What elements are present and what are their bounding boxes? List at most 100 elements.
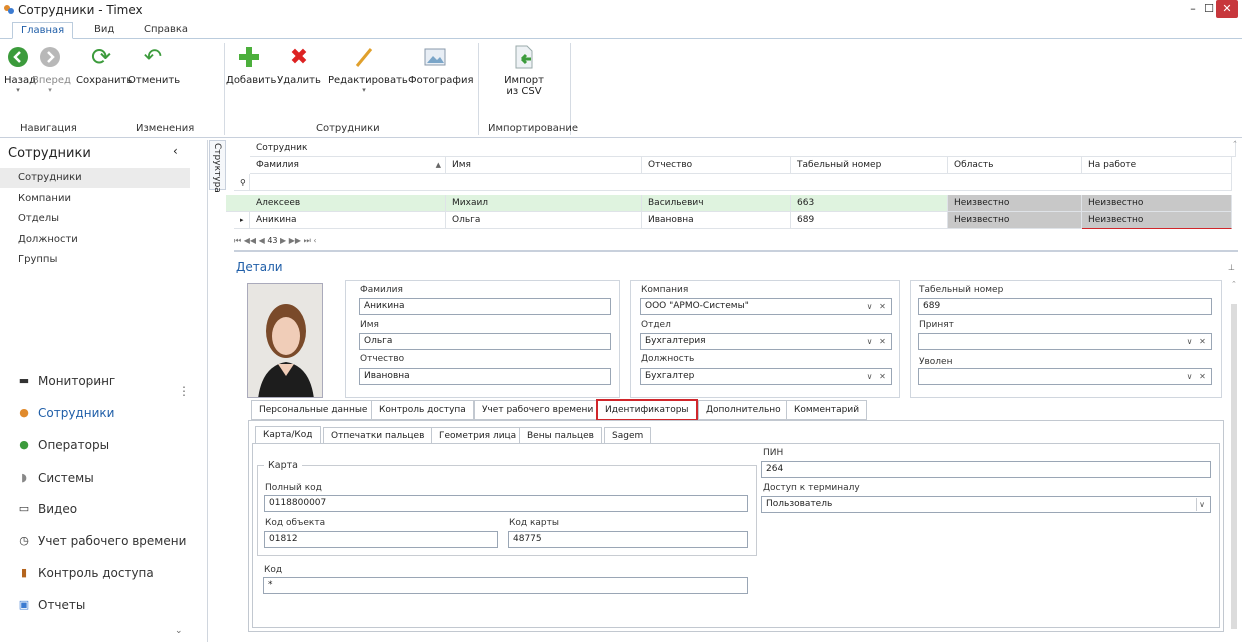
- card-code-input[interactable]: 48775: [508, 531, 748, 548]
- module-systems[interactable]: ◗ Системы: [16, 471, 94, 485]
- tab-identifiers[interactable]: Идентификаторы: [596, 399, 698, 421]
- col-header-area[interactable]: Область: [948, 157, 1082, 174]
- scroll-up-icon[interactable]: ⌃: [1231, 280, 1239, 288]
- collapse-chevron-icon[interactable]: ‹: [173, 144, 178, 158]
- clear-icon[interactable]: ✕: [877, 300, 888, 313]
- module-access-control[interactable]: ▮ Контроль доступа: [16, 566, 154, 580]
- pager-last-icon[interactable]: ⏭: [304, 236, 311, 245]
- table-row-2-cell[interactable]: Аникина: [250, 212, 446, 229]
- dropdown-icon[interactable]: ∨: [864, 300, 875, 313]
- clear-icon[interactable]: ✕: [877, 335, 888, 348]
- subtab-sagem[interactable]: Sagem: [604, 427, 652, 444]
- firstname-input[interactable]: Ольга: [359, 333, 611, 350]
- nav-item-employees[interactable]: Сотрудники: [0, 168, 190, 188]
- col-header-middlename[interactable]: Отчество: [642, 157, 791, 174]
- scroll-thumb[interactable]: [1231, 304, 1237, 629]
- dropdown-icon[interactable]: ∨: [1184, 370, 1195, 383]
- grid-pager[interactable]: ⏮ ◀◀ ◀ 43 ▶ ▶▶ ⏭ ‹: [234, 233, 1234, 248]
- add-button[interactable]: Добавить: [226, 45, 276, 86]
- tab-comment[interactable]: Комментарий: [786, 400, 868, 420]
- subtab-face-geometry[interactable]: Геометрия лица: [431, 427, 525, 444]
- details-vscrollbar[interactable]: ⌃: [1231, 280, 1239, 636]
- back-button[interactable]: Назад ▾: [4, 45, 36, 94]
- table-row-1-cell[interactable]: Васильевич: [642, 195, 791, 212]
- table-row-1-cell[interactable]: Неизвестно: [948, 195, 1082, 212]
- nav-item-companies[interactable]: Компании: [0, 189, 190, 209]
- ribbon-tab-help[interactable]: Справка: [136, 22, 196, 39]
- middlename-input[interactable]: Ивановна: [359, 368, 611, 385]
- tab-time-tracking[interactable]: Учет рабочего времени: [474, 400, 602, 420]
- company-select[interactable]: ООО "АРМО-Системы" ∨ ✕: [640, 298, 892, 315]
- module-employees[interactable]: ● Сотрудники: [16, 406, 114, 420]
- dropdown-icon[interactable]: ∨: [1184, 335, 1195, 348]
- department-select[interactable]: Бухгалтерия ∨ ✕: [640, 333, 892, 350]
- col-header-firstname[interactable]: Имя: [446, 157, 642, 174]
- filter-row[interactable]: [250, 174, 1232, 191]
- table-row-1-cell[interactable]: Михаил: [446, 195, 642, 212]
- pager-scroll-left-icon[interactable]: ‹: [313, 236, 316, 245]
- nav-item-departments[interactable]: Отделы: [0, 209, 190, 229]
- table-row-2-cell[interactable]: Неизвестно: [948, 212, 1082, 229]
- table-row-1-cell[interactable]: Неизвестно: [1082, 195, 1232, 212]
- code-input[interactable]: *: [263, 577, 748, 594]
- ribbon-tab-view[interactable]: Вид: [86, 22, 122, 39]
- structure-side-tab[interactable]: Структура: [209, 140, 226, 193]
- pager-next-icon[interactable]: ▶: [280, 236, 286, 245]
- clear-icon[interactable]: ✕: [877, 370, 888, 383]
- clear-icon[interactable]: ✕: [1197, 335, 1208, 348]
- tab-personal-data[interactable]: Персональные данные: [251, 400, 376, 420]
- photo-button[interactable]: Фотография: [408, 45, 473, 86]
- module-video[interactable]: ▭ Видео: [16, 502, 77, 516]
- nav-item-groups[interactable]: Группы: [0, 250, 190, 270]
- tab-additional[interactable]: Дополнительно: [698, 400, 789, 420]
- save-button[interactable]: ⟳ Сохранить: [76, 43, 132, 86]
- table-row-1-cell[interactable]: 663: [791, 195, 948, 212]
- nav-item-positions[interactable]: Должности: [0, 230, 190, 250]
- close-button[interactable]: ✕: [1216, 0, 1238, 18]
- col-header-lastname[interactable]: Фамилия ▲: [250, 157, 446, 174]
- pager-prev-icon[interactable]: ◀: [259, 236, 265, 245]
- dropdown-icon[interactable]: ∨: [1196, 498, 1207, 511]
- grid-divider[interactable]: [234, 250, 1238, 252]
- pager-prev-page-icon[interactable]: ◀◀: [244, 236, 256, 245]
- hired-date-select[interactable]: ∨ ✕: [918, 333, 1212, 350]
- grid-vscrollbar[interactable]: ⌃: [1232, 140, 1238, 232]
- tabnum-input[interactable]: 689: [918, 298, 1212, 315]
- ribbon-tab-home[interactable]: Главная: [12, 22, 74, 39]
- subtab-card-code[interactable]: Карта/Код: [255, 426, 321, 444]
- subtab-finger-veins[interactable]: Вены пальцев: [519, 427, 602, 444]
- subtab-fingerprints[interactable]: Отпечатки пальцев: [323, 427, 433, 444]
- pin-input[interactable]: 264: [761, 461, 1211, 478]
- more-menu-icon[interactable]: ⋮: [178, 384, 190, 398]
- pager-first-icon[interactable]: ⏮: [234, 236, 241, 245]
- full-code-input[interactable]: 0118800007: [264, 495, 748, 512]
- expand-chevron-icon[interactable]: ⌄: [175, 626, 183, 636]
- import-csv-button[interactable]: Импорт из CSV: [504, 45, 544, 97]
- delete-button[interactable]: ✖ Удалить: [276, 45, 322, 87]
- employee-photo[interactable]: [247, 283, 323, 398]
- dropdown-icon[interactable]: ∨: [864, 335, 875, 348]
- tab-access-control[interactable]: Контроль доступа: [371, 400, 474, 420]
- table-row-2-cell[interactable]: Ольга: [446, 212, 642, 229]
- fired-date-select[interactable]: ∨ ✕: [918, 368, 1212, 385]
- dropdown-icon[interactable]: ∨: [864, 370, 875, 383]
- module-monitoring[interactable]: ▬ Мониторинг: [16, 374, 115, 388]
- pager-next-page-icon[interactable]: ▶▶: [289, 236, 301, 245]
- position-select[interactable]: Бухгалтер ∨ ✕: [640, 368, 892, 385]
- table-row-2-cell[interactable]: Ивановна: [642, 212, 791, 229]
- cancel-button[interactable]: ↶ Отменить: [128, 45, 180, 87]
- object-code-input[interactable]: 01812: [264, 531, 498, 548]
- table-row-2-cell[interactable]: Неизвестно: [1082, 212, 1232, 229]
- forward-button[interactable]: Вперед ▾: [32, 45, 71, 94]
- col-header-tabnum[interactable]: Табельный номер: [791, 157, 948, 174]
- module-time-tracking[interactable]: ◷ Учет рабочего времени: [16, 534, 186, 548]
- col-header-atwork[interactable]: На работе: [1082, 157, 1232, 174]
- terminal-access-select[interactable]: Пользователь ∨: [761, 496, 1211, 513]
- lastname-input[interactable]: Аникина: [359, 298, 611, 315]
- module-reports[interactable]: ▣ Отчеты: [16, 598, 86, 612]
- edit-button[interactable]: Редактировать ▾: [328, 45, 408, 94]
- module-operators[interactable]: ● Операторы: [16, 438, 109, 452]
- clear-icon[interactable]: ✕: [1197, 370, 1208, 383]
- table-row-2-cell[interactable]: 689: [791, 212, 948, 229]
- pin-icon[interactable]: ⊥: [1228, 263, 1235, 272]
